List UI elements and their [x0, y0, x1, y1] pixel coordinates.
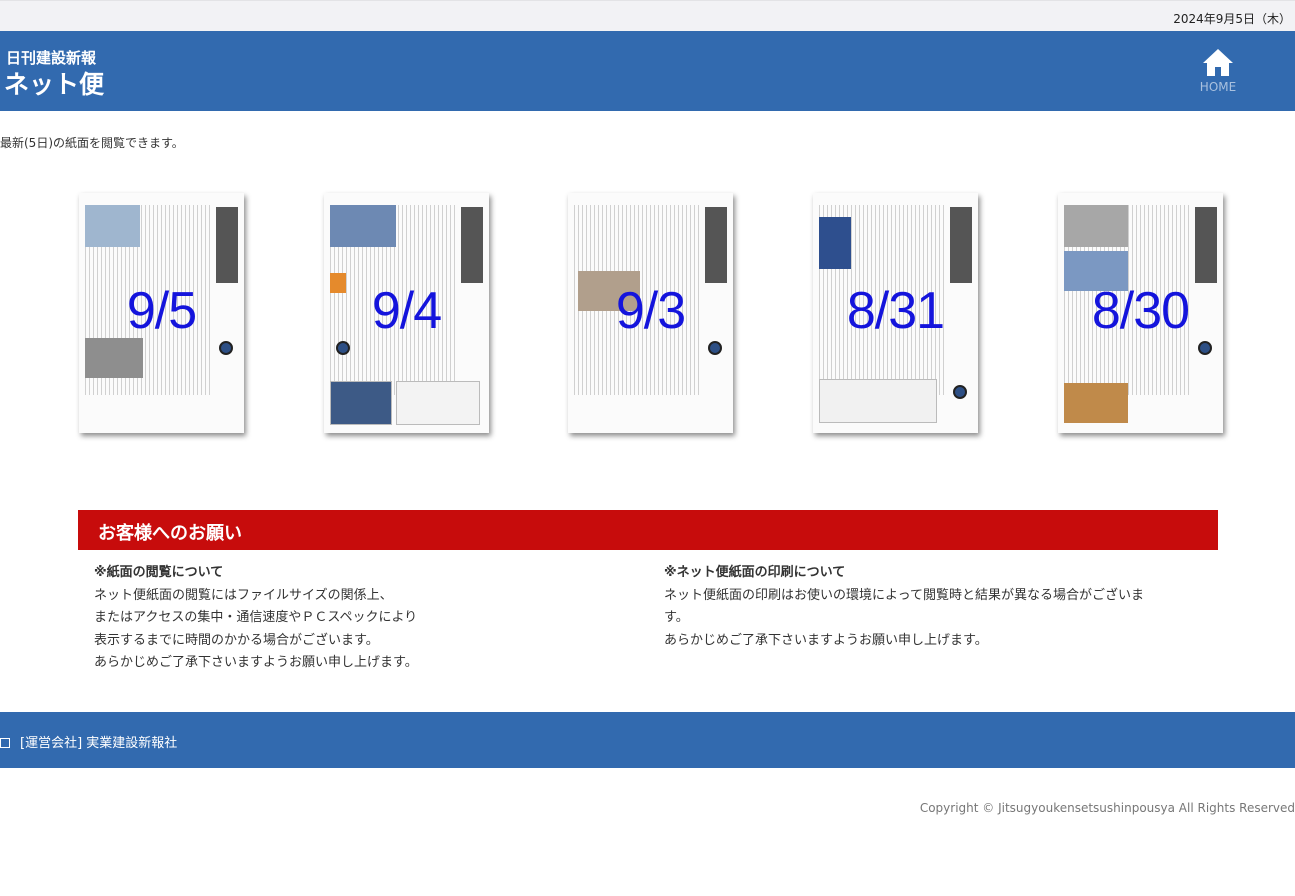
notice-line: あらかじめご了承下さいますようお願い申し上げます。 [664, 632, 988, 648]
copyright: Copyright © Jitsugyoukensetsushinpousya … [919, 801, 1295, 815]
newspaper-ad [330, 381, 392, 425]
bmw-logo-icon [336, 341, 350, 355]
notice-title: お客様へのお願い [78, 510, 1218, 550]
notice-line: ネット便紙面の閲覧にはファイルサイズの関係上、 [94, 587, 393, 603]
newspaper-thumbnail[interactable]: 9/4 [324, 193, 489, 433]
notice-viewing: ※紙面の閲覧について ネット便紙面の閲覧にはファイルサイズの関係上、 またはアク… [94, 562, 614, 675]
intro-text: 最新(5日)の紙面を閲覧できます。 [0, 136, 184, 150]
notice-line: またはアクセスの集中・通信速度やＰＣスペックにより [94, 610, 418, 625]
newspaper-masthead [705, 207, 727, 283]
current-date: 2024年9月5日（木） [1173, 12, 1291, 26]
bmw-logo-icon [219, 341, 233, 355]
site-header: 日刊建設新報 ネット便 HOME [0, 31, 1295, 111]
notice-viewing-title: ※紙面の閲覧について [94, 565, 224, 580]
notice-line: あらかじめご了承下さいますようお願い申し上げます。 [94, 655, 418, 670]
site-footer: [運営会社] 実業建設新報社 [0, 712, 1295, 768]
newspaper-photo [1064, 205, 1128, 247]
bmw-logo-icon [708, 341, 722, 355]
newspaper-thumbnail[interactable]: 9/5 [79, 193, 244, 433]
paper-date-label: 8/30 [1091, 282, 1190, 340]
newspaper-masthead [461, 207, 483, 283]
newspaper-masthead [950, 207, 972, 283]
home-label: HOME [1199, 80, 1237, 94]
paper-date-label: 9/4 [371, 282, 442, 340]
newspaper-ad [396, 381, 480, 425]
notice-line: す。 [664, 610, 689, 625]
newspaper-photo [819, 217, 851, 269]
notice-line: 表示するまでに時間のかかる場合がございます。 [94, 632, 379, 648]
paper-date-label: 9/3 [615, 282, 686, 340]
customer-notice: お客様へのお願い ※紙面の閲覧について ネット便紙面の閲覧にはファイルサイズの関… [78, 510, 1218, 670]
paper-date-label: 9/5 [126, 282, 197, 340]
newspaper-photo [1064, 383, 1128, 423]
home-icon [1203, 49, 1233, 76]
newspaper-photo [330, 205, 396, 247]
company-link[interactable]: [運営会社] 実業建設新報社 [0, 732, 177, 751]
newspaper-thumbnail[interactable]: 9/3 [568, 193, 733, 433]
notice-printing: ※ネット便紙面の印刷について ネット便紙面の印刷はお使いの環境によって閲覧時と結… [664, 562, 1184, 652]
home-button[interactable]: HOME [1196, 45, 1240, 95]
newspaper-photo [85, 338, 143, 378]
newspaper-masthead [1195, 207, 1217, 283]
newspaper-masthead [216, 207, 238, 283]
notice-printing-title: ※ネット便紙面の印刷について [664, 565, 846, 580]
company-label: [運営会社] 実業建設新報社 [20, 736, 178, 751]
newspaper-thumbnail[interactable]: 8/30 [1058, 193, 1223, 433]
bmw-logo-icon [1198, 341, 1212, 355]
checkbox-square-icon [0, 738, 10, 748]
brand-title[interactable]: ネット便 [4, 65, 104, 101]
newspaper-ad [819, 379, 937, 423]
notice-line: ネット便紙面の印刷はお使いの環境によって閲覧時と結果が異なる場合がございま [664, 587, 1144, 603]
bmw-logo-icon [953, 385, 967, 399]
paper-date-label: 8/31 [846, 282, 945, 340]
top-bar: 2024年9月5日（木） [0, 0, 1295, 31]
newspaper-photo [85, 205, 140, 247]
newspaper-thumbnail[interactable]: 8/31 [813, 193, 978, 433]
